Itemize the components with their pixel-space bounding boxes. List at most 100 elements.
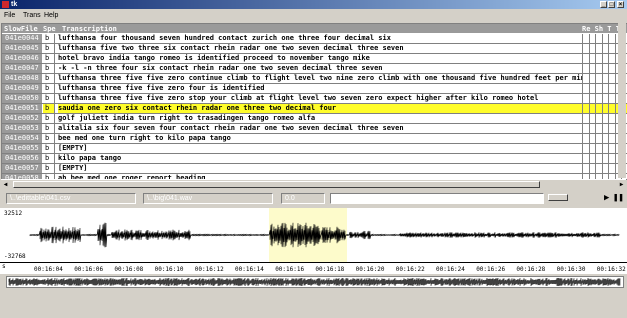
scroll-left-icon[interactable]: ◀ (1, 180, 10, 189)
row-file-id[interactable]: 041e0054 (2, 134, 42, 143)
flag-cell-divider (588, 134, 590, 143)
row-transcription[interactable]: bee med one turn right to kilo papa tang… (58, 134, 582, 143)
scroll-right-icon[interactable]: ▶ (617, 180, 626, 189)
table-row[interactable]: 041e0044 b lufthansa four thousand seven h… (2, 34, 627, 44)
flag-cell-divider (588, 104, 590, 113)
row-speaker[interactable]: b (43, 84, 55, 93)
menu-trans[interactable]: Trans (23, 12, 41, 19)
flag-cell-divider (614, 74, 616, 83)
row-transcription[interactable]: [EMPTY] (58, 144, 582, 153)
row-file-id[interactable]: 041e0057 (2, 164, 42, 173)
flag-cell-divider (588, 54, 590, 63)
table-row[interactable]: 041e0048 b lufthansa three five five zero … (2, 74, 627, 84)
row-file-id[interactable]: 041e0046 (2, 54, 42, 63)
scroll-thumb[interactable] (13, 181, 540, 188)
pause-icon[interactable]: ❚❚ (613, 193, 624, 203)
row-file-id[interactable]: 041e0047 (2, 64, 42, 73)
flag-cell-divider (588, 114, 590, 123)
flag-cell-divider (595, 94, 596, 103)
flag-cell-divider (582, 164, 583, 173)
row-speaker[interactable]: b (43, 104, 55, 113)
flag-cell-divider (588, 164, 590, 173)
table-row[interactable]: 041e0051 b saudia one zero six contact rhe… (2, 104, 627, 114)
time-ruler: s 00:16:04 00:16:06 00:16:08 00:16:10 00:16:… (0, 262, 627, 274)
row-file-id[interactable]: 041e0053 (2, 124, 42, 133)
row-file-id[interactable]: 041e0051 (2, 104, 42, 113)
table-row[interactable]: 041e0056 b kilo papa tango (2, 154, 627, 164)
flag-cell-divider (582, 144, 583, 153)
table-row[interactable]: 041e0054 b bee med one turn right to kilo … (2, 134, 627, 144)
row-transcription[interactable]: saudia one zero six contact rhein radar … (58, 104, 582, 113)
flag-cell-divider (595, 64, 596, 73)
row-file-id[interactable]: 041e0048 (2, 74, 42, 83)
menu-help[interactable]: Help (44, 12, 58, 19)
ruler-tick-label: 00:16:06 (74, 266, 104, 273)
volume-slider[interactable] (548, 194, 568, 201)
table-row[interactable]: 041e0045 b lufthansa five two three six co… (2, 44, 627, 54)
row-transcription[interactable]: lufthansa three five five zero continue … (58, 74, 582, 83)
row-speaker[interactable]: b (43, 154, 55, 163)
row-transcription[interactable]: alitalia six four seven four contact rhe… (58, 124, 582, 133)
ruler-tick-label: 00:16:04 (34, 266, 63, 273)
table-row[interactable]: 041e0053 b alitalia six four seven four co… (2, 124, 627, 134)
horizontal-scrollbar[interactable]: ◀ ▶ (1, 179, 626, 189)
flag-cell-divider (595, 74, 596, 83)
flag-cell-divider (582, 134, 583, 143)
table-row[interactable]: 041e0047 b -k -l -n three four six contact… (2, 64, 627, 74)
row-speaker[interactable]: b (43, 64, 55, 73)
flag-cell-divider (588, 44, 590, 53)
row-file-id[interactable]: 041e0052 (2, 114, 42, 123)
header-speaker[interactable]: Spe (43, 25, 56, 33)
row-transcription[interactable]: lufthansa four thousand seven hundred co… (58, 34, 582, 43)
row-file-id[interactable]: 041e0050 (2, 94, 42, 103)
table-row[interactable]: 041e0049 b lufthansa three five five zero … (2, 84, 627, 94)
row-transcription[interactable]: lufthansa three five five zero four is i… (58, 84, 582, 93)
header-transcription[interactable]: Transcription (62, 25, 117, 33)
row-speaker[interactable]: b (43, 44, 55, 53)
flag-cell-divider (608, 124, 609, 133)
play-icon[interactable]: ▶ (604, 193, 609, 203)
row-file-id[interactable]: 041e0044 (2, 34, 42, 43)
menu-file[interactable]: File (4, 12, 15, 19)
row-speaker[interactable]: b (43, 94, 55, 103)
row-transcription[interactable]: kilo papa tango (58, 154, 582, 163)
row-transcription[interactable]: -k -l -n three four six contact rhein ra… (58, 64, 582, 73)
row-file-id[interactable]: 041e0055 (2, 144, 42, 153)
row-speaker[interactable]: b (43, 54, 55, 63)
table-row[interactable]: 041e0052 b golf juliett india turn right t… (2, 114, 627, 124)
table-row[interactable]: 041e0055 b [EMPTY] (2, 144, 627, 154)
row-file-id[interactable]: 041e0049 (2, 84, 42, 93)
row-speaker[interactable]: b (43, 124, 55, 133)
flag-cell-divider (588, 124, 590, 133)
close-button[interactable]: × (617, 1, 624, 8)
row-transcription[interactable]: lufthansa three five five zero stop your… (58, 94, 582, 103)
row-speaker[interactable]: b (43, 74, 55, 83)
flag-cell-divider (608, 84, 609, 93)
row-speaker[interactable]: b (43, 34, 55, 43)
overview-waveform[interactable] (6, 276, 624, 288)
row-speaker[interactable]: b (43, 164, 55, 173)
vertical-scrollbar[interactable] (618, 23, 626, 178)
flag-cell-divider (608, 44, 609, 53)
status-input[interactable] (330, 193, 544, 204)
row-transcription[interactable]: golf juliett india turn right to trasadi… (58, 114, 582, 123)
waveform-panel[interactable]: 32512 -32768 (0, 208, 627, 262)
row-file-id[interactable]: 041e0045 (2, 44, 42, 53)
row-speaker[interactable]: b (43, 144, 55, 153)
table-row[interactable]: 041e0050 b lufthansa three five five zero … (2, 94, 627, 104)
row-transcription[interactable]: hotel bravo india tango romeo is identif… (58, 54, 582, 63)
flag-cell-divider (588, 154, 590, 163)
header-file[interactable]: SlowFile (4, 25, 38, 33)
row-transcription[interactable]: lufthansa five two three six contact rhe… (58, 44, 582, 53)
table-row[interactable]: 041e0057 b [EMPTY] (2, 164, 627, 174)
maximize-button[interactable]: □ (608, 1, 615, 8)
row-file-id[interactable]: 041e0056 (2, 154, 42, 163)
row-speaker[interactable]: b (43, 134, 55, 143)
flag-cell-divider (614, 144, 616, 153)
row-speaker[interactable]: b (43, 114, 55, 123)
transcription-table: SlowFile Spe Transcription Re Sh T T T T… (1, 23, 627, 180)
flag-cell-divider (595, 84, 596, 93)
minimize-button[interactable]: _ (600, 1, 607, 8)
table-row[interactable]: 041e0046 b hotel bravo india tango romeo i… (2, 54, 627, 64)
row-transcription[interactable]: [EMPTY] (58, 164, 582, 173)
